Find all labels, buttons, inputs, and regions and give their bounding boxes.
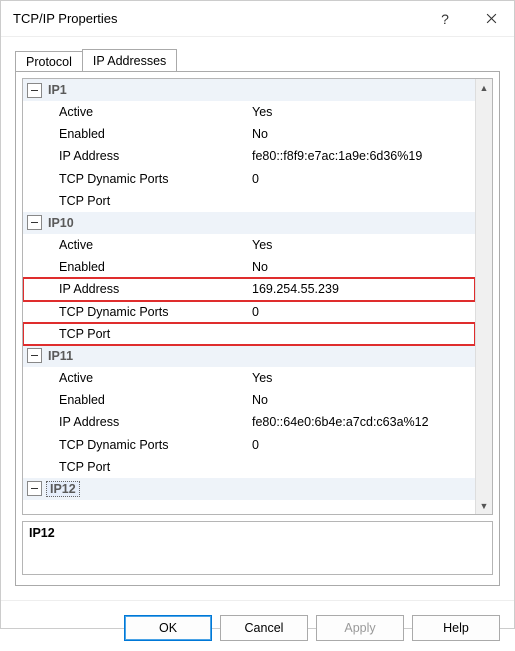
row-enabled[interactable]: Enabled No: [23, 123, 475, 145]
prop-value: 169.254.55.239: [248, 282, 475, 296]
title-bar: TCP/IP Properties ?: [1, 1, 514, 37]
row-tcp-port[interactable]: TCP Port: [23, 456, 475, 478]
close-icon: [486, 13, 497, 24]
vertical-scrollbar[interactable]: ▲ ▼: [475, 79, 492, 514]
collapse-icon[interactable]: [27, 215, 42, 230]
category-title: IP10: [46, 216, 74, 230]
prop-name: Active: [45, 371, 248, 385]
row-tcp-port[interactable]: TCP Port: [23, 190, 475, 212]
tab-panel: IP1 Active Yes Enabled No IP Address fe8…: [15, 71, 500, 586]
prop-value: Yes: [248, 105, 475, 119]
row-tcp-dynamic-ports[interactable]: TCP Dynamic Ports 0: [23, 168, 475, 190]
prop-name: Enabled: [45, 260, 248, 274]
apply-button: Apply: [316, 615, 404, 641]
prop-name: Active: [45, 105, 248, 119]
prop-name: TCP Dynamic Ports: [45, 172, 248, 186]
category-title-selected: IP12: [46, 481, 80, 497]
row-tcp-port-highlighted[interactable]: TCP Port: [23, 323, 475, 345]
row-tcp-dynamic-ports[interactable]: TCP Dynamic Ports 0: [23, 301, 475, 323]
prop-value: 0: [248, 172, 475, 186]
help-button[interactable]: Help: [412, 615, 500, 641]
category-title: IP1: [46, 83, 67, 97]
row-enabled[interactable]: Enabled No: [23, 389, 475, 411]
row-active[interactable]: Active Yes: [23, 101, 475, 123]
row-active[interactable]: Active Yes: [23, 234, 475, 256]
tab-protocol[interactable]: Protocol: [15, 51, 83, 72]
collapse-icon[interactable]: [27, 481, 42, 496]
description-title: IP12: [29, 526, 486, 540]
prop-name: TCP Dynamic Ports: [45, 438, 248, 452]
row-enabled[interactable]: Enabled No: [23, 256, 475, 278]
category-title: IP11: [46, 349, 73, 363]
prop-value: No: [248, 260, 475, 274]
prop-value: 0: [248, 305, 475, 319]
prop-value: fe80::f8f9:e7ac:1a9e:6d36%19: [248, 149, 475, 163]
prop-name: TCP Port: [45, 327, 248, 341]
tab-strip: Protocol IP Addresses: [15, 47, 500, 71]
help-button[interactable]: ?: [422, 1, 468, 37]
description-panel: IP12: [22, 521, 493, 575]
prop-value: 0: [248, 438, 475, 452]
category-header-ip1[interactable]: IP1: [23, 79, 475, 101]
prop-value: Yes: [248, 238, 475, 252]
prop-value: No: [248, 393, 475, 407]
category-header-ip12[interactable]: IP12: [23, 478, 475, 500]
prop-name: TCP Port: [45, 460, 248, 474]
collapse-icon[interactable]: [27, 83, 42, 98]
row-ip-address[interactable]: IP Address fe80::f8f9:e7ac:1a9e:6d36%19: [23, 145, 475, 167]
prop-value: fe80::64e0:6b4e:a7cd:c63a%12: [248, 415, 475, 429]
window-title: TCP/IP Properties: [13, 11, 422, 26]
cancel-button[interactable]: Cancel: [220, 615, 308, 641]
prop-value: No: [248, 127, 475, 141]
prop-name: IP Address: [45, 415, 248, 429]
dialog-body: Protocol IP Addresses IP1 Active Yes Ena…: [1, 37, 514, 600]
prop-name: TCP Port: [45, 194, 248, 208]
property-grid: IP1 Active Yes Enabled No IP Address fe8…: [22, 78, 493, 515]
help-icon: ?: [441, 11, 449, 27]
button-bar: OK Cancel Apply Help: [1, 600, 514, 651]
prop-name: Active: [45, 238, 248, 252]
tab-ip-addresses[interactable]: IP Addresses: [82, 49, 177, 71]
prop-name: Enabled: [45, 127, 248, 141]
scroll-down-icon[interactable]: ▼: [476, 497, 492, 514]
prop-value: Yes: [248, 371, 475, 385]
ok-button[interactable]: OK: [124, 615, 212, 641]
row-active[interactable]: Active Yes: [23, 367, 475, 389]
prop-name: Enabled: [45, 393, 248, 407]
property-grid-rows: IP1 Active Yes Enabled No IP Address fe8…: [23, 79, 475, 514]
collapse-icon[interactable]: [27, 348, 42, 363]
row-ip-address-highlighted[interactable]: IP Address 169.254.55.239: [23, 278, 475, 300]
category-header-ip10[interactable]: IP10: [23, 212, 475, 234]
close-button[interactable]: [468, 1, 514, 37]
scroll-up-icon[interactable]: ▲: [476, 79, 492, 96]
prop-name: IP Address: [45, 149, 248, 163]
row-ip-address[interactable]: IP Address fe80::64e0:6b4e:a7cd:c63a%12: [23, 411, 475, 433]
category-header-ip11[interactable]: IP11: [23, 345, 475, 367]
prop-name: IP Address: [45, 282, 248, 296]
row-tcp-dynamic-ports[interactable]: TCP Dynamic Ports 0: [23, 433, 475, 455]
prop-name: TCP Dynamic Ports: [45, 305, 248, 319]
